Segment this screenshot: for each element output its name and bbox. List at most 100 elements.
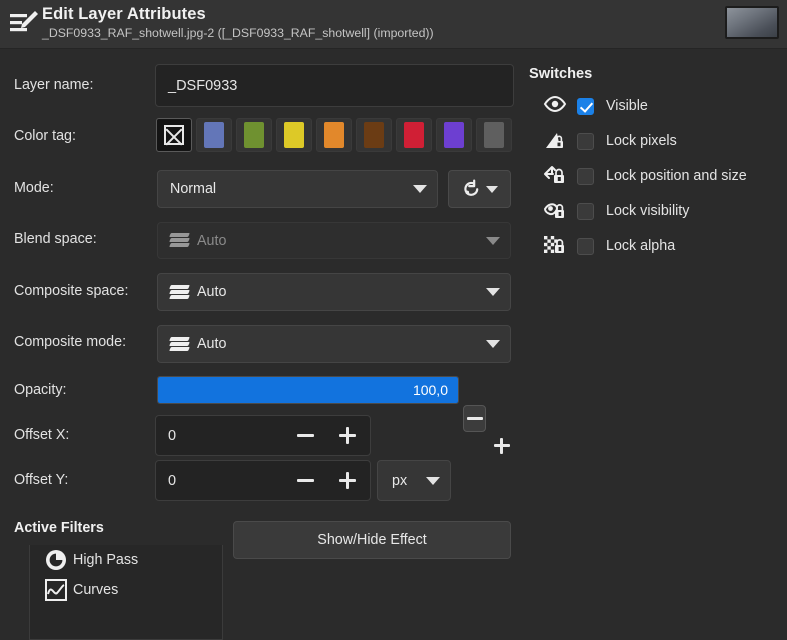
color-tag-yellow[interactable]: [276, 118, 312, 152]
lock-position-icon: [543, 165, 569, 187]
switch-label: Lock pixels: [606, 133, 677, 149]
plus-icon: [338, 472, 356, 489]
color-tag-label: Color tag:: [14, 128, 76, 144]
color-swatch: [244, 122, 264, 148]
switch-row-lock-visibility[interactable]: Lock visibility: [543, 200, 689, 222]
switch-row-visible[interactable]: Visible: [543, 95, 648, 117]
switch-label: Lock alpha: [606, 238, 676, 254]
chevron-down-icon: [486, 185, 498, 193]
active-filters-title: Active Filters: [14, 520, 104, 536]
filter-item[interactable]: High Pass: [30, 545, 222, 575]
plus-icon: [338, 427, 356, 444]
mode-reset-button[interactable]: [448, 170, 511, 208]
page-title: Edit Layer Attributes: [42, 5, 206, 23]
opacity-minus-button[interactable]: [463, 405, 486, 432]
active-filters-list[interactable]: High Pass Curves: [29, 545, 223, 640]
color-tag-none[interactable]: [156, 118, 192, 152]
color-tag-red[interactable]: [396, 118, 432, 152]
offset-y-label: Offset Y:: [14, 472, 69, 488]
mode-combo[interactable]: Normal: [157, 170, 438, 208]
checkbox-lock-visibility[interactable]: [577, 202, 594, 220]
color-tag-brown[interactable]: [356, 118, 392, 152]
minus-icon: [296, 479, 314, 482]
curves-icon: [44, 578, 68, 602]
edit-layer-attributes-dialog: Edit Layer Attributes _DSF0933_RAF_shotw…: [0, 0, 787, 640]
switch-row-lock-position-and-size[interactable]: Lock position and size: [543, 165, 747, 187]
color-swatch: [364, 122, 384, 148]
dialog-subtitle: _DSF0933_RAF_shotwell.jpg-2 ([_DSF0933_R…: [42, 26, 434, 40]
composite-mode-value: Auto: [197, 336, 227, 352]
switch-row-lock-pixels[interactable]: Lock pixels: [543, 130, 677, 152]
chevron-down-icon: [426, 476, 440, 485]
edit-layer-attributes-icon: [8, 8, 40, 40]
dialog-header: Edit Layer Attributes _DSF0933_RAF_shotw…: [0, 0, 787, 49]
color-swatch: [284, 122, 304, 148]
color-tag-gray[interactable]: [476, 118, 512, 152]
minus-icon: [466, 417, 483, 420]
offset-x-value: 0: [168, 427, 177, 444]
layers-icon: [169, 284, 190, 300]
filter-label: Curves: [73, 582, 119, 598]
checkbox-lock-alpha[interactable]: [577, 237, 594, 255]
color-tag-blue[interactable]: [196, 118, 232, 152]
color-tag-swatches[interactable]: [156, 118, 512, 152]
offset-y-minus-button[interactable]: [290, 461, 320, 500]
mode-value: Normal: [170, 181, 217, 197]
switch-label: Lock position and size: [606, 168, 747, 184]
blend-space-value: Auto: [197, 232, 227, 249]
offset-unit-combo[interactable]: px: [377, 460, 451, 501]
opacity-value: 100,0: [412, 382, 448, 398]
offset-x-label: Offset X:: [14, 427, 70, 443]
composite-mode-combo[interactable]: Auto: [157, 325, 511, 363]
opacity-label: Opacity:: [14, 382, 67, 398]
offset-x-field[interactable]: 0: [155, 415, 371, 456]
color-tag-orange[interactable]: [316, 118, 352, 152]
color-tag-green[interactable]: [236, 118, 272, 152]
show-hide-effect-label: Show/Hide Effect: [317, 532, 427, 548]
color-swatch: [484, 122, 504, 148]
checkbox-lock-position-and-size[interactable]: [577, 167, 594, 185]
dialog-title-block: Edit Layer Attributes _DSF0933_RAF_shotw…: [42, 3, 434, 41]
offset-y-value: 0: [168, 472, 177, 489]
chevron-down-icon: [486, 340, 500, 348]
layer-name-input[interactable]: _DSF0933: [155, 64, 514, 107]
offset-y-plus-button[interactable]: [332, 461, 362, 500]
layers-icon: [169, 336, 190, 352]
minus-icon: [296, 434, 314, 437]
checkbox-lock-pixels[interactable]: [577, 132, 594, 150]
color-swatch: [204, 122, 224, 148]
chevron-down-icon: [486, 288, 500, 296]
lock-pixels-icon: [543, 130, 569, 152]
layers-icon: [169, 233, 190, 248]
offset-unit-value: px: [392, 472, 408, 489]
offset-y-field[interactable]: 0: [155, 460, 371, 501]
switch-row-lock-alpha[interactable]: Lock alpha: [543, 235, 675, 257]
color-swatch: [444, 122, 464, 148]
opacity-slider[interactable]: 100,0: [157, 376, 459, 404]
composite-space-combo[interactable]: Auto: [157, 273, 511, 311]
show-hide-effect-button[interactable]: Show/Hide Effect: [233, 521, 511, 559]
mode-label: Mode:: [14, 180, 54, 196]
composite-space-value: Auto: [197, 284, 227, 300]
chevron-down-icon: [486, 236, 500, 245]
eye-icon: [543, 95, 569, 117]
switch-label: Visible: [606, 98, 648, 114]
no-color-icon: [164, 125, 184, 145]
reset-icon: [461, 179, 482, 199]
color-swatch: [404, 122, 424, 148]
blend-space-label: Blend space:: [14, 231, 97, 247]
checkbox-visible[interactable]: [577, 97, 594, 115]
high-pass-icon: [44, 548, 68, 572]
offset-x-minus-button[interactable]: [290, 416, 320, 455]
lock-visibility-icon: [543, 200, 569, 222]
color-tag-violet[interactable]: [436, 118, 472, 152]
filter-label: High Pass: [73, 552, 139, 568]
blend-space-combo[interactable]: Auto: [157, 222, 511, 259]
color-swatch: [324, 122, 344, 148]
opacity-plus-button[interactable]: [490, 432, 513, 459]
filter-item[interactable]: Curves: [30, 575, 222, 605]
switches-title: Switches: [529, 66, 593, 82]
offset-x-plus-button[interactable]: [332, 416, 362, 455]
chevron-down-icon: [413, 185, 427, 193]
lock-alpha-icon: [543, 235, 569, 257]
